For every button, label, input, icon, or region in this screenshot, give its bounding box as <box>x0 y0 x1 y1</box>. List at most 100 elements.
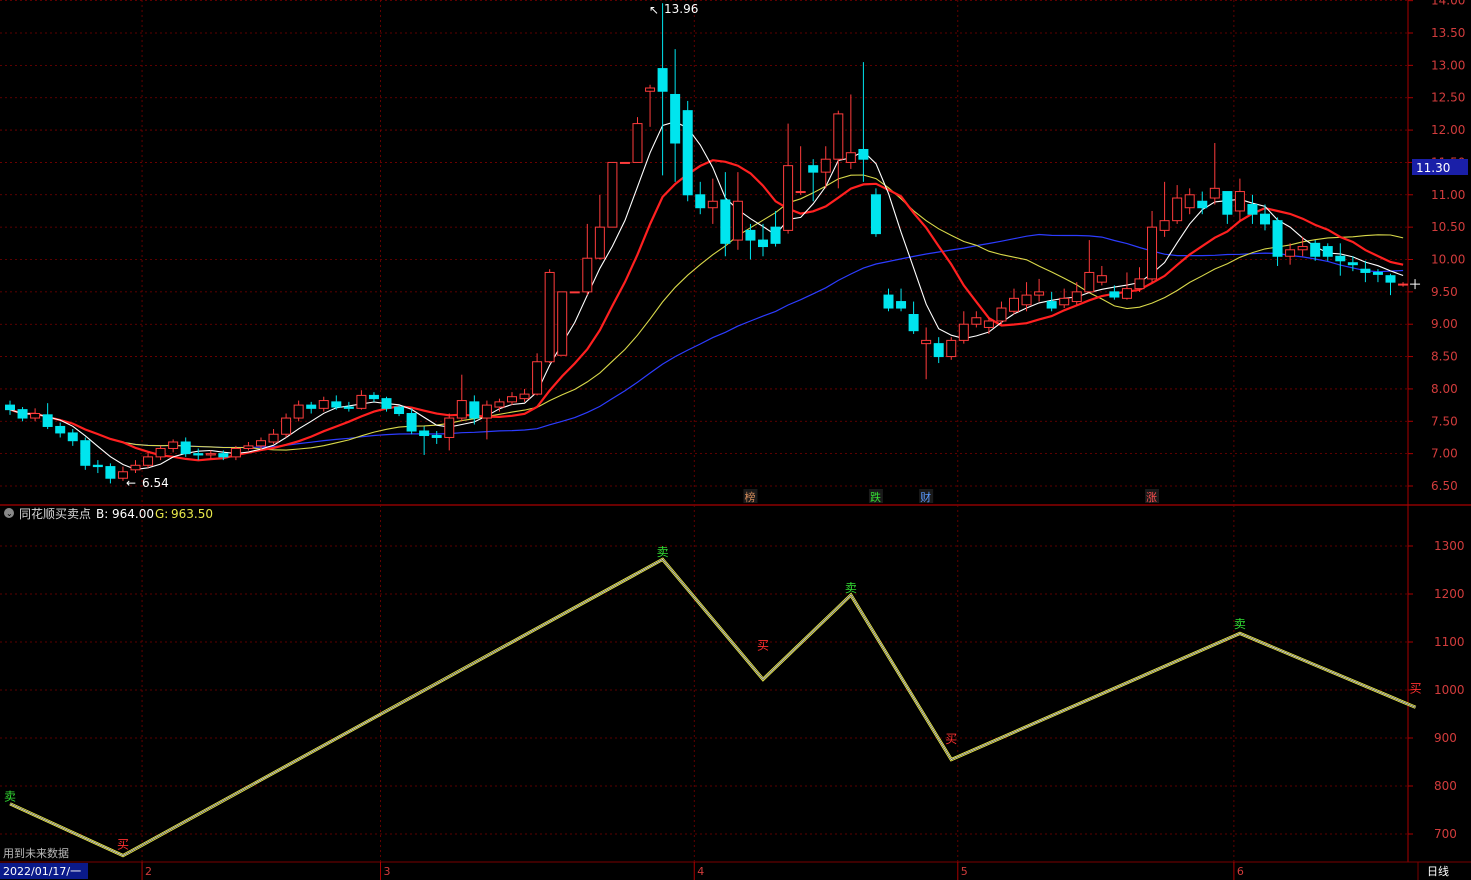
candle-body <box>1084 271 1095 293</box>
candle-body <box>318 400 329 409</box>
candle-body <box>1046 301 1057 309</box>
candle-body <box>1184 194 1195 209</box>
candle-body <box>971 317 982 325</box>
candle-body <box>1234 191 1245 212</box>
price-tick-label: 13.50 <box>1431 26 1465 40</box>
candle-body <box>1134 278 1145 290</box>
candle-body <box>1310 242 1321 257</box>
candle-body <box>481 404 492 419</box>
candle-body <box>632 123 643 163</box>
candle-body <box>1172 197 1183 222</box>
candle[interactable] <box>632 117 643 163</box>
low-value: 6.54 <box>142 476 169 490</box>
candle[interactable] <box>682 100 693 202</box>
month-label: 2 <box>145 865 152 878</box>
candle-body <box>1109 291 1120 298</box>
candle[interactable] <box>544 269 555 364</box>
candle[interactable] <box>946 337 957 360</box>
candle-body <box>281 417 292 435</box>
candle-body <box>858 148 869 160</box>
buy-signal: 买 <box>945 732 957 746</box>
candle-body <box>707 200 718 209</box>
candle-body <box>921 339 932 345</box>
period-selector[interactable]: 日线 <box>1427 864 1449 878</box>
svg-text:←: ← <box>126 476 136 490</box>
g-value: 963.50 <box>171 507 213 521</box>
candle-body <box>720 199 731 244</box>
candle-body <box>444 417 455 438</box>
candle-body <box>1121 288 1132 299</box>
sell-signal: 卖 <box>657 545 669 559</box>
candle-body <box>983 320 994 328</box>
indicator-tick-label: 1300 <box>1434 539 1465 553</box>
candle-body <box>1034 291 1045 296</box>
candle-body <box>1272 220 1283 257</box>
candle-body <box>42 414 53 427</box>
candle-body <box>1297 246 1308 251</box>
candle-body <box>1322 246 1333 257</box>
candle-body <box>519 393 530 400</box>
price-low-annotation: ← 6.54 <box>126 476 169 490</box>
candle-body <box>306 404 317 409</box>
candle[interactable] <box>870 188 881 237</box>
candle-body <box>1159 220 1170 231</box>
candle-body <box>607 161 618 228</box>
candle-body <box>1021 294 1032 306</box>
candle-body <box>331 401 342 408</box>
high-value: 13.96 <box>664 2 698 16</box>
candle[interactable] <box>557 291 568 356</box>
candle-body <box>883 294 894 309</box>
candle-body <box>657 68 668 92</box>
indicator-tick-label: 900 <box>1434 731 1457 745</box>
candle-body <box>155 447 166 458</box>
event-marker[interactable]: 涨 <box>1146 491 1157 504</box>
price-tick-label: 13.00 <box>1431 58 1465 72</box>
candle-body <box>958 323 969 341</box>
candle-body <box>230 447 241 458</box>
candle[interactable] <box>607 161 618 228</box>
candle-body <box>1059 297 1070 306</box>
candle-body <box>820 158 831 173</box>
candle-body <box>130 464 141 471</box>
event-marker[interactable]: 跌 <box>870 490 881 504</box>
candle[interactable] <box>569 291 580 294</box>
candle-body <box>1071 291 1082 303</box>
candle-body <box>356 394 367 409</box>
price-tick-label: 12.00 <box>1431 123 1465 137</box>
stock-chart[interactable]: 卖买卖买卖买卖买 14.0013.5013.0012.5012.0011.501… <box>0 0 1471 880</box>
indicator-tick-label: 1100 <box>1434 635 1465 649</box>
price-tick-label: 10.00 <box>1431 253 1465 267</box>
candle-body <box>1247 203 1258 215</box>
indicator-tick-label: 1000 <box>1434 683 1465 697</box>
price-tick-label: 9.50 <box>1431 285 1458 299</box>
indicator-name: 同花顺买卖点 <box>19 506 91 521</box>
price-tick-label: 9.00 <box>1431 317 1458 331</box>
candle-body <box>1096 275 1107 283</box>
candle[interactable] <box>80 437 91 470</box>
candle-body <box>1285 249 1296 257</box>
candle-body <box>1197 200 1208 209</box>
candle-body <box>406 413 417 432</box>
candle-body <box>619 161 630 164</box>
event-marker[interactable]: 榜 <box>744 490 755 504</box>
candle-body <box>732 200 743 241</box>
candle[interactable] <box>619 161 630 164</box>
candle-body <box>419 430 430 437</box>
price-tick-label: 7.50 <box>1431 414 1458 428</box>
candle-body <box>695 194 706 209</box>
candle-body <box>808 165 819 173</box>
candle-body <box>394 406 405 415</box>
candle-body <box>494 401 505 408</box>
candle-body <box>381 398 392 409</box>
candle-body <box>569 291 580 294</box>
sell-signal: 卖 <box>845 581 857 595</box>
candle-body <box>168 441 179 449</box>
price-high-annotation: ↖ 13.96 <box>649 2 698 17</box>
candle-body <box>105 466 116 479</box>
candle-body <box>1372 271 1383 275</box>
candle-body <box>143 456 154 466</box>
price-tick-label: 14.00 <box>1431 0 1465 8</box>
candle-body <box>870 194 881 235</box>
price-tick-label: 11.00 <box>1431 188 1465 202</box>
event-marker[interactable]: 财 <box>920 490 931 504</box>
